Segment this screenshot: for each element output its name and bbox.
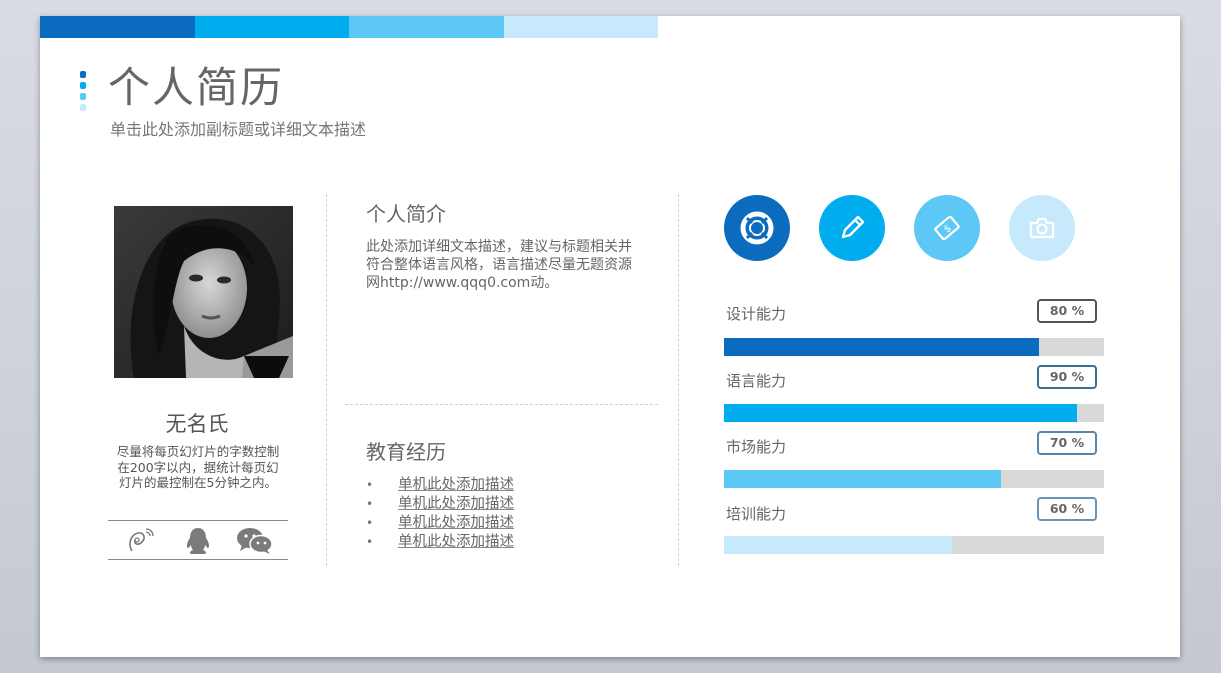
skill-label-design[interactable]: 设计能力 [726,303,786,324]
skill-bar-fill [724,404,1078,422]
skill-bar-fill [724,470,1002,488]
weibo-icon[interactable] [126,527,160,557]
skill-label-market[interactable]: 市场能力 [726,436,786,457]
camera-icon[interactable] [1009,195,1075,261]
divider-left [326,194,327,566]
education-list: 单机此处添加描述 单机此处添加描述 单机此处添加描述 单机此处添加描述 [366,476,514,552]
skill-bar-language [724,404,1104,422]
skill-bar-fill [724,536,952,554]
skill-label-language[interactable]: 语言能力 [726,370,786,391]
intro-text[interactable]: 此处添加详细文本描述，建议与标题相关并符合整体语言风格，语言描述尽量无题资源网h… [366,238,644,292]
social-links [108,520,288,560]
skill-bar-design [724,338,1104,356]
page-subtitle[interactable]: 单击此处添加副标题或详细文本描述 [110,116,366,140]
wechat-icon[interactable] [236,527,274,559]
list-item[interactable]: 单机此处添加描述 [366,533,514,552]
top-color-bar [40,16,658,38]
skill-percent-badge[interactable]: 60 % [1037,497,1097,521]
divider-middle [345,404,658,405]
ticket-icon[interactable]: $ [914,195,980,261]
title-marker [80,71,86,115]
slide: 个人简历 单击此处添加副标题或详细文本描述 无名氏 尽量将每页幻灯片的字数控制在… [40,16,1180,657]
qq-penguin-icon[interactable] [182,527,214,559]
list-item[interactable]: 单机此处添加描述 [366,495,514,514]
page-title[interactable]: 个人简历 [108,60,284,116]
list-item[interactable]: 单机此处添加描述 [366,514,514,533]
profile-name[interactable]: 无名氏 [100,408,294,438]
intro-heading[interactable]: 个人简介 [366,198,446,227]
skill-label-training[interactable]: 培训能力 [726,503,786,524]
education-heading[interactable]: 教育经历 [366,436,446,465]
lifebuoy-icon[interactable] [724,195,790,261]
skill-percent-badge[interactable]: 90 % [1037,365,1097,389]
skill-bar-market [724,470,1104,488]
list-item[interactable]: 单机此处添加描述 [366,476,514,495]
skill-bar-training [724,536,1104,554]
pencil-icon[interactable] [819,195,885,261]
profile-photo[interactable] [114,206,293,378]
skill-bar-fill [724,338,1040,356]
skill-percent-badge[interactable]: 80 % [1037,299,1097,323]
profile-bio[interactable]: 尽量将每页幻灯片的字数控制在200字以内，据统计每页幻灯片的最控制在5分钟之内。 [112,444,284,491]
divider-right [678,194,679,566]
skill-percent-badge[interactable]: 70 % [1037,431,1097,455]
